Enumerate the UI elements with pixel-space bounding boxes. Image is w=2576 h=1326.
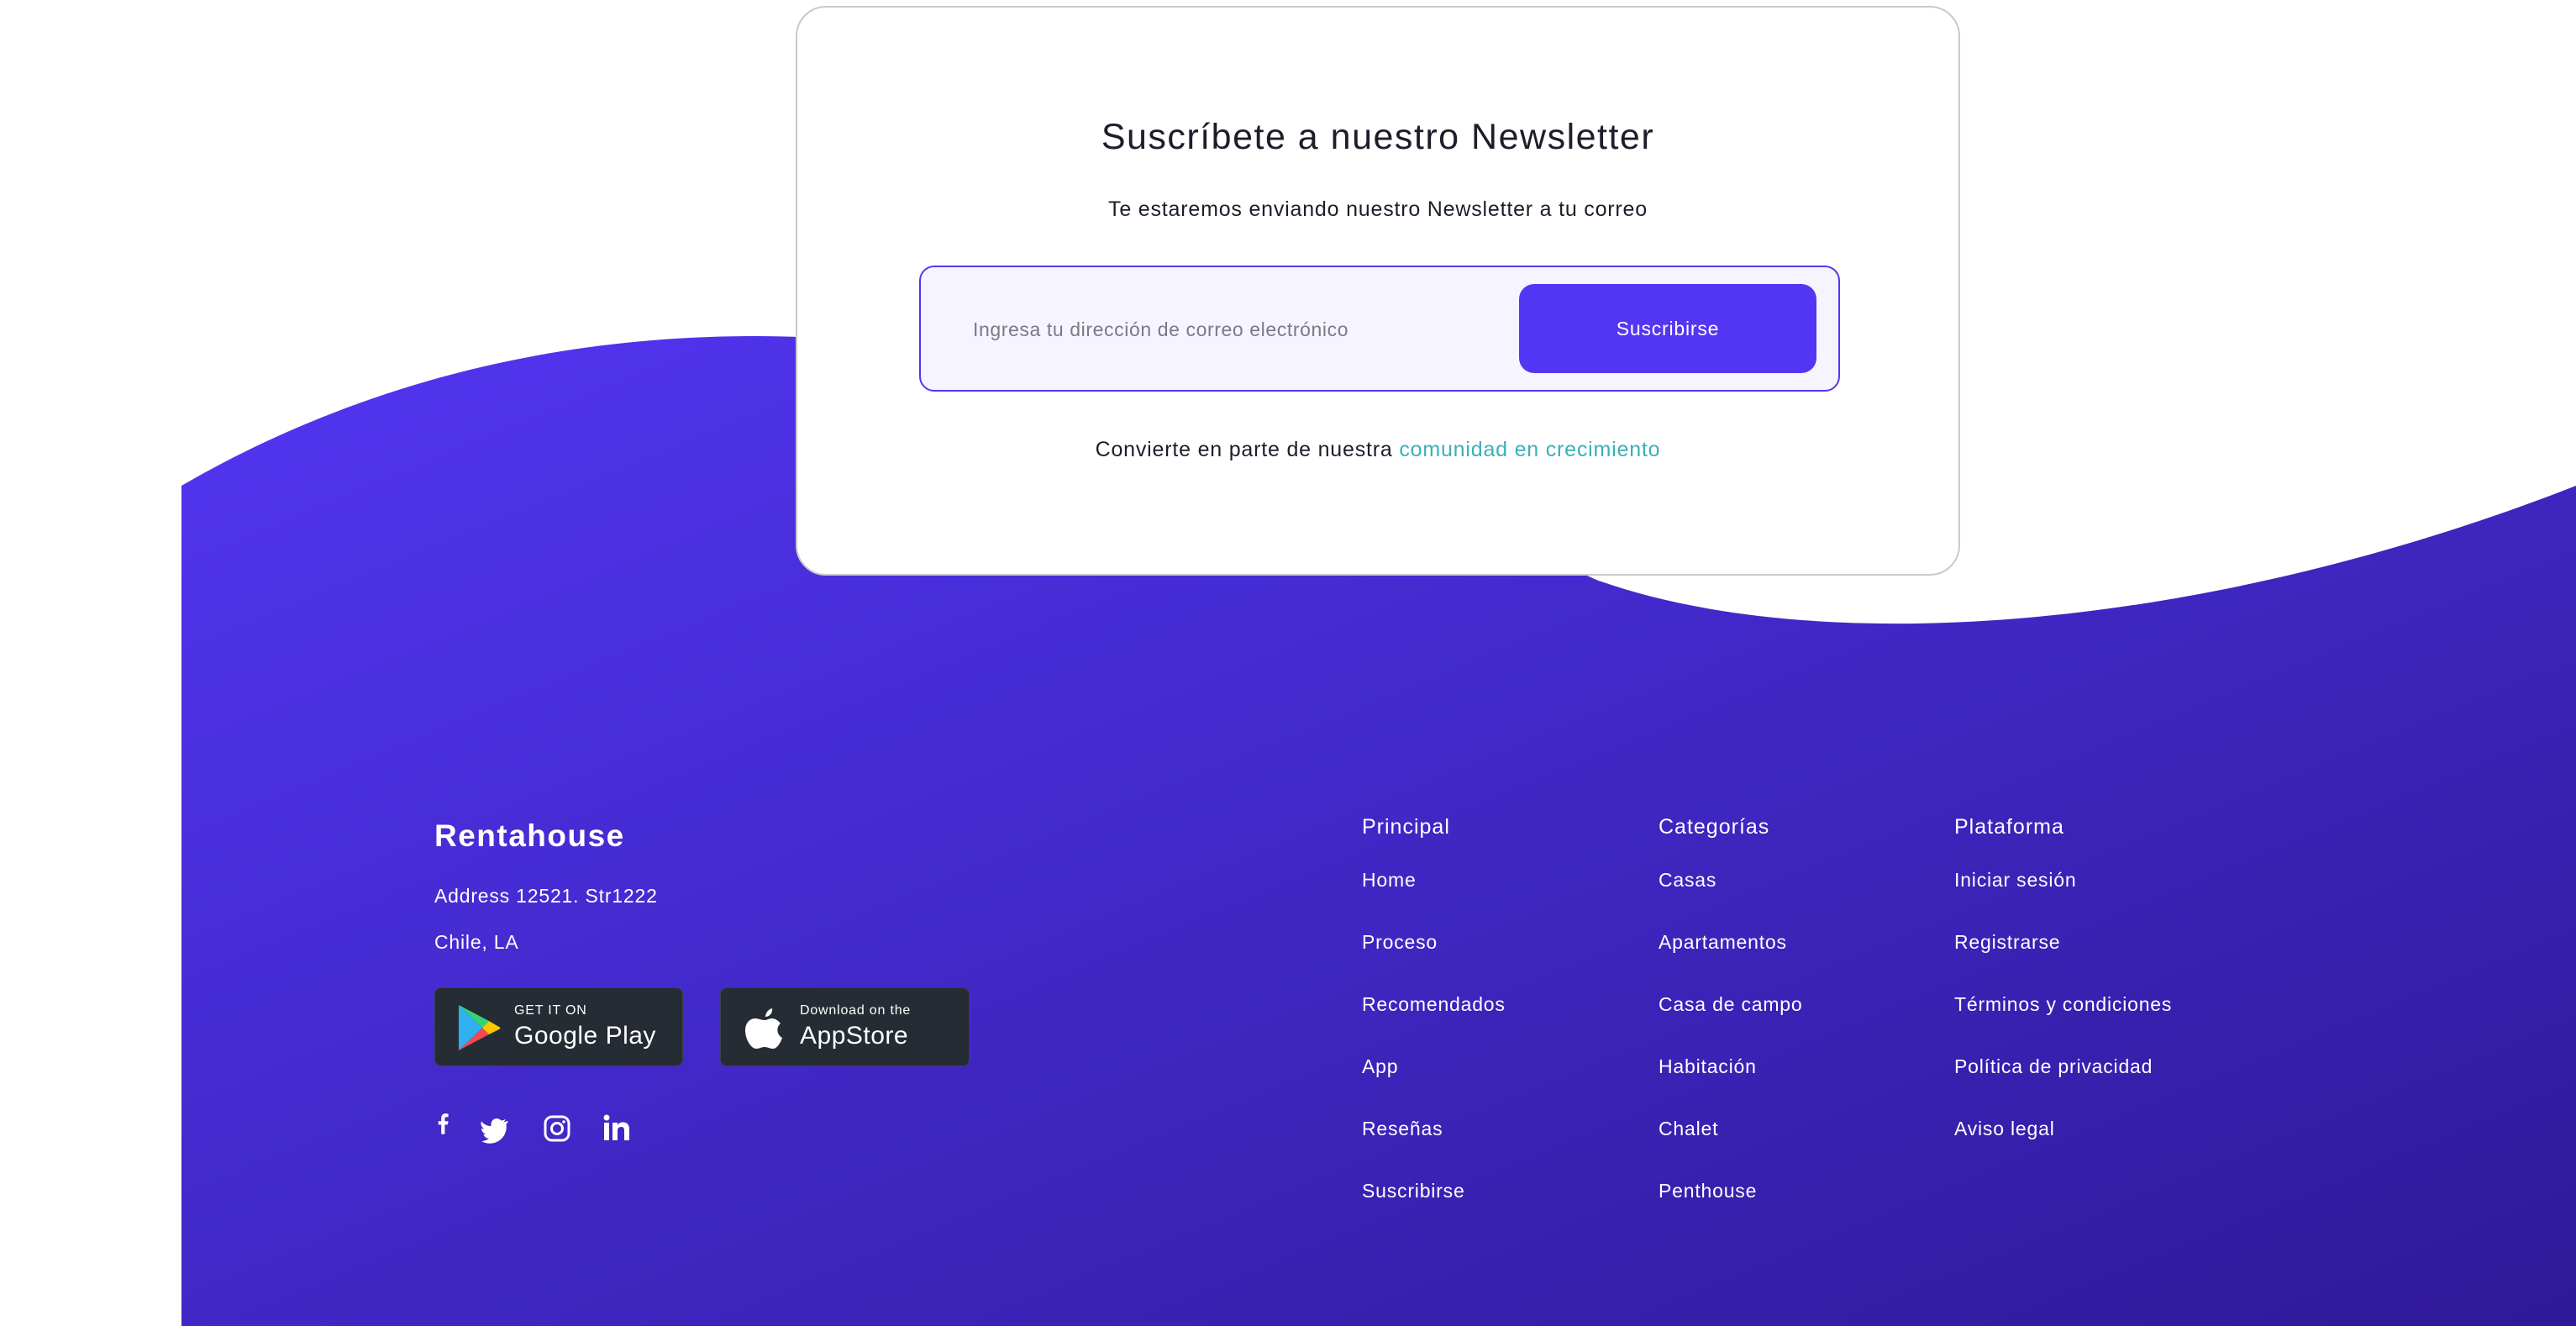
google-play-icon (459, 1005, 501, 1050)
footer-link-casa-de-campo[interactable]: Casa de campo (1659, 993, 1803, 1016)
google-play-badge[interactable]: GET IT ON Google Play (434, 987, 683, 1066)
footer-link-privacidad[interactable]: Política de privacidad (1954, 1055, 2153, 1078)
footer-link-suscribirse[interactable]: Suscribirse (1362, 1180, 1465, 1202)
linkedin-icon[interactable] (600, 1112, 633, 1145)
newsletter-form: Suscribirse (919, 266, 1840, 392)
footer-link-resenas[interactable]: Reseñas (1362, 1118, 1443, 1140)
footer-link-registrarse[interactable]: Registrarse (1954, 931, 2060, 954)
footer-link-apartamentos[interactable]: Apartamentos (1659, 931, 1787, 954)
footer-link-iniciar-sesion[interactable]: Iniciar sesión (1954, 869, 2076, 892)
newsletter-title: Suscríbete a nuestro Newsletter (1101, 117, 1655, 157)
brand-name: Rentahouse (434, 818, 625, 853)
footer-column-principal-title: Principal (1362, 815, 1450, 839)
twitter-icon[interactable] (479, 1112, 513, 1145)
instagram-icon[interactable] (540, 1112, 574, 1145)
app-store-small-text: Download on the (800, 1003, 912, 1018)
facebook-icon[interactable] (427, 1112, 460, 1145)
newsletter-card: Suscríbete a nuestro Newsletter Te estar… (796, 6, 1960, 576)
footer-link-home[interactable]: Home (1362, 869, 1417, 892)
footer-link-habitacion[interactable]: Habitación (1659, 1055, 1757, 1078)
footer-column-plataforma-title: Plataforma (1954, 815, 2064, 839)
google-play-label: Google Play (514, 1022, 656, 1050)
footer-link-casas[interactable]: Casas (1659, 869, 1716, 892)
newsletter-footer: Convierte en parte de nuestra comunidad … (797, 438, 1958, 462)
address-line-2: Chile, LA (434, 931, 519, 953)
subscribe-button[interactable]: Suscribirse (1519, 284, 1816, 373)
footer-column-categorias-title: Categorías (1659, 815, 1770, 839)
footer-link-penthouse[interactable]: Penthouse (1659, 1180, 1757, 1202)
email-input[interactable] (971, 292, 1529, 366)
footer-link-app[interactable]: App (1362, 1055, 1398, 1078)
community-link[interactable]: comunidad en crecimiento (1399, 438, 1660, 461)
footer-link-proceso[interactable]: Proceso (1362, 931, 1438, 954)
footer-link-recomendados[interactable]: Recomendados (1362, 993, 1506, 1016)
google-play-small-text: GET IT ON (514, 1003, 587, 1018)
apple-icon (745, 1008, 782, 1049)
footer-link-terminos[interactable]: Términos y condiciones (1954, 993, 2172, 1016)
app-store-badge[interactable]: Download on the AppStore (720, 987, 970, 1066)
footer-link-aviso-legal[interactable]: Aviso legal (1954, 1118, 2055, 1140)
footer-link-chalet[interactable]: Chalet (1659, 1118, 1718, 1140)
newsletter-footer-text: Convierte en parte de nuestra (1095, 438, 1393, 461)
newsletter-subtitle: Te estaremos enviando nuestro Newsletter… (1108, 197, 1648, 221)
app-store-label: AppStore (800, 1022, 909, 1050)
address-line-1: Address 12521. Str1222 (434, 885, 658, 907)
